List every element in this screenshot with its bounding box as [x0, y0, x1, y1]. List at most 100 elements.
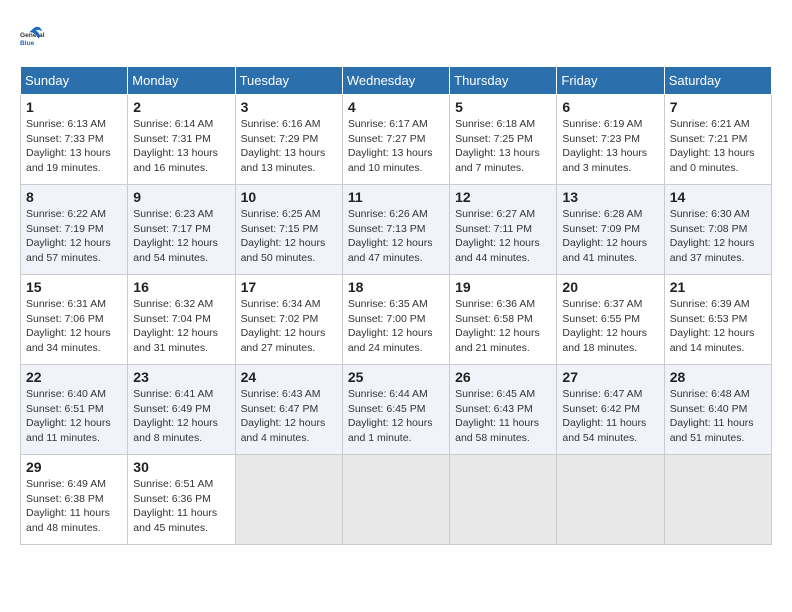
- day-number: 22: [26, 369, 122, 385]
- weekday-tuesday: Tuesday: [235, 67, 342, 95]
- day-number: 5: [455, 99, 551, 115]
- calendar-day-1: 1 Sunrise: 6:13 AM Sunset: 7:33 PM Daylig…: [21, 95, 128, 185]
- calendar-table: SundayMondayTuesdayWednesdayThursdayFrid…: [20, 66, 772, 545]
- day-info: Sunrise: 6:30 AM Sunset: 7:08 PM Dayligh…: [670, 207, 766, 266]
- day-info: Sunrise: 6:14 AM Sunset: 7:31 PM Dayligh…: [133, 117, 229, 176]
- day-number: 7: [670, 99, 766, 115]
- weekday-friday: Friday: [557, 67, 664, 95]
- empty-cell: [557, 455, 664, 545]
- calendar-day-22: 22 Sunrise: 6:40 AM Sunset: 6:51 PM Dayli…: [21, 365, 128, 455]
- day-info: Sunrise: 6:28 AM Sunset: 7:09 PM Dayligh…: [562, 207, 658, 266]
- day-number: 1: [26, 99, 122, 115]
- calendar-day-17: 17 Sunrise: 6:34 AM Sunset: 7:02 PM Dayli…: [235, 275, 342, 365]
- weekday-monday: Monday: [128, 67, 235, 95]
- day-number: 11: [348, 189, 444, 205]
- day-number: 21: [670, 279, 766, 295]
- day-info: Sunrise: 6:18 AM Sunset: 7:25 PM Dayligh…: [455, 117, 551, 176]
- calendar-day-14: 14 Sunrise: 6:30 AM Sunset: 7:08 PM Dayli…: [664, 185, 771, 275]
- calendar-week-1: 1 Sunrise: 6:13 AM Sunset: 7:33 PM Daylig…: [21, 95, 772, 185]
- calendar-body: 1 Sunrise: 6:13 AM Sunset: 7:33 PM Daylig…: [21, 95, 772, 545]
- day-number: 14: [670, 189, 766, 205]
- calendar-day-5: 5 Sunrise: 6:18 AM Sunset: 7:25 PM Daylig…: [450, 95, 557, 185]
- day-number: 12: [455, 189, 551, 205]
- day-info: Sunrise: 6:32 AM Sunset: 7:04 PM Dayligh…: [133, 297, 229, 356]
- empty-cell: [235, 455, 342, 545]
- day-number: 15: [26, 279, 122, 295]
- day-number: 8: [26, 189, 122, 205]
- calendar-day-16: 16 Sunrise: 6:32 AM Sunset: 7:04 PM Dayli…: [128, 275, 235, 365]
- day-info: Sunrise: 6:35 AM Sunset: 7:00 PM Dayligh…: [348, 297, 444, 356]
- calendar-week-5: 29 Sunrise: 6:49 AM Sunset: 6:38 PM Dayli…: [21, 455, 772, 545]
- day-info: Sunrise: 6:19 AM Sunset: 7:23 PM Dayligh…: [562, 117, 658, 176]
- calendar-day-15: 15 Sunrise: 6:31 AM Sunset: 7:06 PM Dayli…: [21, 275, 128, 365]
- day-number: 19: [455, 279, 551, 295]
- weekday-thursday: Thursday: [450, 67, 557, 95]
- day-info: Sunrise: 6:40 AM Sunset: 6:51 PM Dayligh…: [26, 387, 122, 446]
- empty-cell: [450, 455, 557, 545]
- day-number: 29: [26, 459, 122, 475]
- calendar-day-8: 8 Sunrise: 6:22 AM Sunset: 7:19 PM Daylig…: [21, 185, 128, 275]
- day-number: 9: [133, 189, 229, 205]
- calendar-week-4: 22 Sunrise: 6:40 AM Sunset: 6:51 PM Dayli…: [21, 365, 772, 455]
- day-info: Sunrise: 6:21 AM Sunset: 7:21 PM Dayligh…: [670, 117, 766, 176]
- day-number: 30: [133, 459, 229, 475]
- calendar-day-27: 27 Sunrise: 6:47 AM Sunset: 6:42 PM Dayli…: [557, 365, 664, 455]
- day-info: Sunrise: 6:25 AM Sunset: 7:15 PM Dayligh…: [241, 207, 337, 266]
- day-info: Sunrise: 6:41 AM Sunset: 6:49 PM Dayligh…: [133, 387, 229, 446]
- day-number: 3: [241, 99, 337, 115]
- day-info: Sunrise: 6:43 AM Sunset: 6:47 PM Dayligh…: [241, 387, 337, 446]
- weekday-wednesday: Wednesday: [342, 67, 449, 95]
- calendar-day-4: 4 Sunrise: 6:17 AM Sunset: 7:27 PM Daylig…: [342, 95, 449, 185]
- empty-cell: [342, 455, 449, 545]
- calendar-day-11: 11 Sunrise: 6:26 AM Sunset: 7:13 PM Dayli…: [342, 185, 449, 275]
- day-number: 2: [133, 99, 229, 115]
- calendar-day-10: 10Sunrise: 6:25 AM Sunset: 7:15 PM Dayli…: [235, 185, 342, 275]
- day-number: 26: [455, 369, 551, 385]
- weekday-sunday: Sunday: [21, 67, 128, 95]
- day-info: Sunrise: 6:48 AM Sunset: 6:40 PM Dayligh…: [670, 387, 766, 446]
- calendar-day-19: 19 Sunrise: 6:36 AM Sunset: 6:58 PM Dayli…: [450, 275, 557, 365]
- svg-text:Blue: Blue: [20, 40, 35, 47]
- calendar-day-3: 3 Sunrise: 6:16 AM Sunset: 7:29 PM Daylig…: [235, 95, 342, 185]
- day-number: 27: [562, 369, 658, 385]
- calendar-day-21: 21Sunrise: 6:39 AM Sunset: 6:53 PM Dayli…: [664, 275, 771, 365]
- day-info: Sunrise: 6:51 AM Sunset: 6:36 PM Dayligh…: [133, 477, 229, 536]
- weekday-header-row: SundayMondayTuesdayWednesdayThursdayFrid…: [21, 67, 772, 95]
- empty-cell: [664, 455, 771, 545]
- day-info: Sunrise: 6:16 AM Sunset: 7:29 PM Dayligh…: [241, 117, 337, 176]
- day-number: 16: [133, 279, 229, 295]
- day-info: Sunrise: 6:26 AM Sunset: 7:13 PM Dayligh…: [348, 207, 444, 266]
- day-number: 28: [670, 369, 766, 385]
- svg-text:General: General: [20, 32, 45, 39]
- day-info: Sunrise: 6:31 AM Sunset: 7:06 PM Dayligh…: [26, 297, 122, 356]
- calendar-day-23: 23Sunrise: 6:41 AM Sunset: 6:49 PM Dayli…: [128, 365, 235, 455]
- calendar-day-30: 30 Sunrise: 6:51 AM Sunset: 6:36 PM Dayli…: [128, 455, 235, 545]
- day-info: Sunrise: 6:44 AM Sunset: 6:45 PM Dayligh…: [348, 387, 444, 446]
- day-number: 6: [562, 99, 658, 115]
- day-number: 13: [562, 189, 658, 205]
- calendar-day-13: 13 Sunrise: 6:28 AM Sunset: 7:09 PM Dayli…: [557, 185, 664, 275]
- calendar-day-2: 2 Sunrise: 6:14 AM Sunset: 7:31 PM Daylig…: [128, 95, 235, 185]
- day-info: Sunrise: 6:36 AM Sunset: 6:58 PM Dayligh…: [455, 297, 551, 356]
- day-info: Sunrise: 6:27 AM Sunset: 7:11 PM Dayligh…: [455, 207, 551, 266]
- calendar-day-18: 18Sunrise: 6:35 AM Sunset: 7:00 PM Dayli…: [342, 275, 449, 365]
- day-info: Sunrise: 6:23 AM Sunset: 7:17 PM Dayligh…: [133, 207, 229, 266]
- logo: General Blue: [20, 20, 60, 56]
- day-number: 24: [241, 369, 337, 385]
- day-info: Sunrise: 6:17 AM Sunset: 7:27 PM Dayligh…: [348, 117, 444, 176]
- calendar-day-25: 25 Sunrise: 6:44 AM Sunset: 6:45 PM Dayli…: [342, 365, 449, 455]
- calendar-day-7: 7 Sunrise: 6:21 AM Sunset: 7:21 PM Daylig…: [664, 95, 771, 185]
- day-number: 17: [241, 279, 337, 295]
- day-info: Sunrise: 6:22 AM Sunset: 7:19 PM Dayligh…: [26, 207, 122, 266]
- calendar-day-20: 20Sunrise: 6:37 AM Sunset: 6:55 PM Dayli…: [557, 275, 664, 365]
- day-info: Sunrise: 6:34 AM Sunset: 7:02 PM Dayligh…: [241, 297, 337, 356]
- day-info: Sunrise: 6:49 AM Sunset: 6:38 PM Dayligh…: [26, 477, 122, 536]
- day-number: 4: [348, 99, 444, 115]
- calendar-day-6: 6 Sunrise: 6:19 AM Sunset: 7:23 PM Daylig…: [557, 95, 664, 185]
- day-info: Sunrise: 6:13 AM Sunset: 7:33 PM Dayligh…: [26, 117, 122, 176]
- calendar-day-9: 9 Sunrise: 6:23 AM Sunset: 7:17 PM Daylig…: [128, 185, 235, 275]
- day-number: 25: [348, 369, 444, 385]
- day-info: Sunrise: 6:45 AM Sunset: 6:43 PM Dayligh…: [455, 387, 551, 446]
- calendar-day-12: 12 Sunrise: 6:27 AM Sunset: 7:11 PM Dayli…: [450, 185, 557, 275]
- day-info: Sunrise: 6:47 AM Sunset: 6:42 PM Dayligh…: [562, 387, 658, 446]
